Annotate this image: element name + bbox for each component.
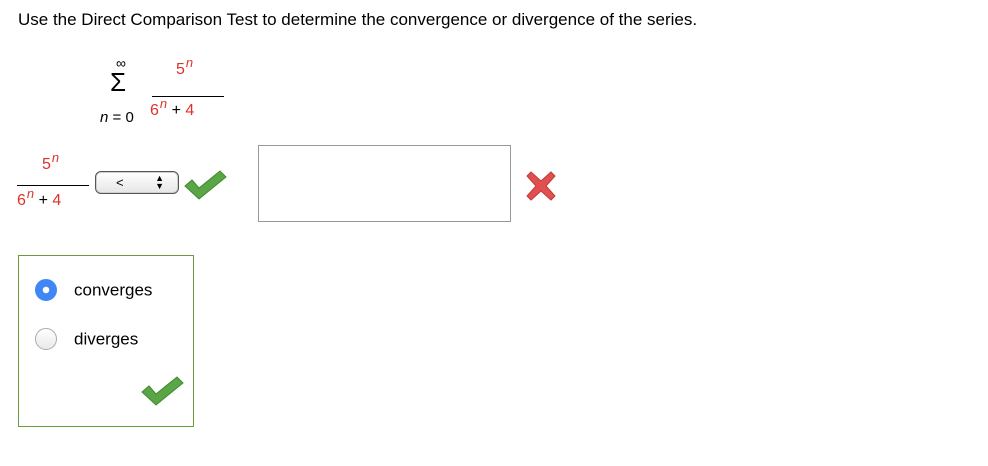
sigma-symbol: Σ bbox=[110, 67, 127, 97]
series-numerator: 5n bbox=[176, 55, 193, 79]
term-numerator: 5n bbox=[42, 150, 59, 174]
radio-converges[interactable] bbox=[35, 279, 57, 301]
numerator-exponent: n bbox=[185, 55, 194, 70]
term-fraction: 5n 6n + 4 bbox=[17, 150, 91, 220]
denominator-base: 6 bbox=[150, 102, 159, 119]
denominator-exponent: n bbox=[159, 96, 168, 111]
denominator-plus: + bbox=[167, 102, 186, 119]
numerator-base: 5 bbox=[176, 61, 185, 78]
check-icon bbox=[184, 170, 227, 200]
check-icon bbox=[141, 376, 184, 406]
term-numerator-base: 5 bbox=[42, 156, 51, 173]
comparison-select-value: < bbox=[116, 175, 124, 190]
term-denominator-constant: 4 bbox=[52, 192, 62, 209]
term-numerator-exponent: n bbox=[51, 150, 60, 165]
series-denominator: 6n + 4 bbox=[150, 96, 195, 120]
answer-options-box: converges diverges bbox=[18, 255, 194, 427]
comparison-series-input[interactable] bbox=[258, 145, 511, 222]
term-denominator-plus: + bbox=[34, 192, 53, 209]
comparison-select[interactable]: < ▲ ▼ bbox=[95, 171, 179, 194]
denominator-constant: 4 bbox=[185, 102, 195, 119]
option-diverges[interactable]: diverges bbox=[35, 328, 139, 351]
option-diverges-label: diverges bbox=[74, 329, 139, 349]
term-denominator-exponent: n bbox=[26, 186, 35, 201]
radio-diverges[interactable] bbox=[35, 328, 57, 350]
select-arrows-icon: ▲ ▼ bbox=[155, 173, 164, 191]
option-converges[interactable]: converges bbox=[35, 279, 153, 302]
question-prompt: Use the Direct Comparison Test to determ… bbox=[18, 10, 698, 29]
term-denominator: 6n + 4 bbox=[17, 186, 62, 210]
option-converges-label: converges bbox=[74, 280, 153, 300]
x-icon bbox=[526, 171, 556, 201]
series-expression: ∞ Σ n = 0 5n 6n + 4 bbox=[96, 55, 236, 140]
term-denominator-base: 6 bbox=[17, 192, 26, 209]
lower-limit: n = 0 bbox=[100, 109, 134, 126]
index-start: = 0 bbox=[108, 109, 134, 126]
